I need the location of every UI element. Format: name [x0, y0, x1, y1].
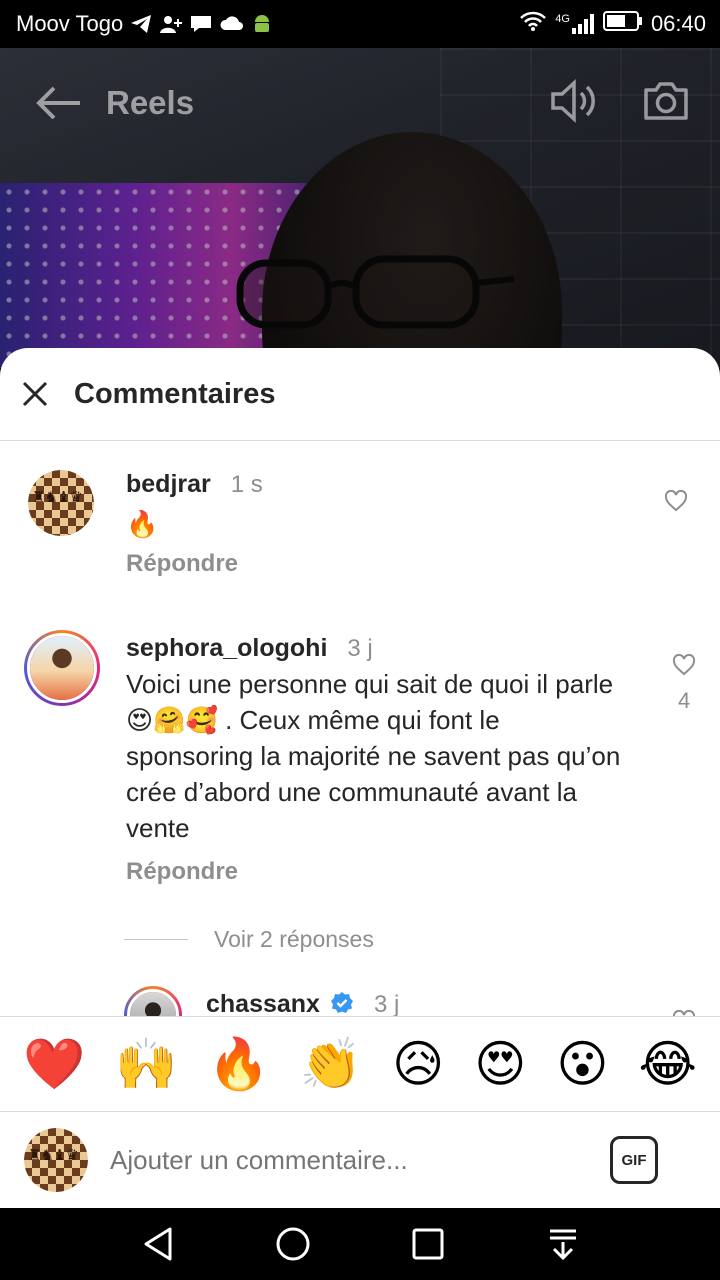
- android-icon: [251, 13, 273, 35]
- emoji-reaction-bar: ❤️ 🙌 🔥 👏 😥 😍 😮 😂: [0, 1016, 720, 1112]
- comment-composer: GIF: [0, 1112, 720, 1208]
- telegram-icon: [129, 13, 153, 35]
- status-bar: Moov Togo 4G 06:40: [0, 0, 720, 48]
- comment-input[interactable]: [110, 1144, 610, 1176]
- comment-list[interactable]: bedjrar 1 s 🔥 Répondre sephora_ologohi 3…: [0, 442, 720, 1016]
- cloud-icon: [219, 13, 245, 35]
- nav-recents-icon[interactable]: [408, 1224, 448, 1264]
- reels-title: Reels: [106, 84, 195, 121]
- comment-text: 🔥: [126, 509, 159, 539]
- like-count: 4: [678, 688, 691, 713]
- system-nav-bar: [0, 1208, 720, 1280]
- person-add-icon: [159, 13, 183, 35]
- user-avatar: [24, 1128, 88, 1192]
- sheet-title: Commentaires: [74, 377, 276, 410]
- comment-username[interactable]: chassanx: [206, 990, 320, 1016]
- emoji-raised-hands[interactable]: 🙌: [115, 1039, 177, 1089]
- back-button[interactable]: [30, 75, 86, 131]
- nav-notifications-icon[interactable]: [543, 1224, 583, 1264]
- emoji-surprised[interactable]: 😮: [556, 1039, 608, 1089]
- reply-button[interactable]: Répondre: [126, 550, 238, 578]
- reply-button[interactable]: Répondre: [126, 858, 238, 886]
- heart-icon[interactable]: [664, 490, 692, 516]
- battery-icon: [602, 10, 643, 38]
- signal-icon: 4G: [555, 13, 595, 35]
- nav-home-icon[interactable]: [273, 1224, 313, 1264]
- comment-text: Voici une personne qui sait de quoi il p…: [126, 669, 621, 843]
- comment-time: 3 j: [347, 635, 373, 662]
- emoji-sad[interactable]: 😥: [392, 1039, 444, 1089]
- message-icon: [189, 13, 213, 35]
- sheet-header: Commentaires: [0, 348, 720, 441]
- avatar[interactable]: [124, 986, 182, 1016]
- emoji-laughing[interactable]: 😂: [639, 1039, 697, 1089]
- network-type: 4G: [555, 13, 570, 25]
- camera-icon[interactable]: [642, 80, 690, 127]
- emoji-clap[interactable]: 👏: [300, 1039, 362, 1089]
- avatar[interactable]: [24, 630, 100, 706]
- emoji-heart-eyes[interactable]: 😍: [474, 1039, 526, 1089]
- heart-icon[interactable]: [672, 654, 700, 680]
- comment-time: 1 s: [230, 471, 263, 498]
- volume-icon[interactable]: [550, 78, 600, 128]
- emoji-heart[interactable]: ❤️: [23, 1039, 85, 1089]
- wifi-icon: [519, 10, 547, 38]
- see-replies-button[interactable]: Voir 2 réponses: [124, 926, 374, 953]
- comment-username[interactable]: sephora_ologohi: [126, 634, 327, 663]
- carrier-name: Moov Togo: [16, 11, 124, 36]
- see-replies-label: Voir 2 réponses: [214, 926, 374, 952]
- verified-badge-icon: [330, 991, 354, 1015]
- gif-button[interactable]: GIF: [610, 1136, 658, 1184]
- comment-time: 3 j: [373, 991, 400, 1016]
- emoji-fire[interactable]: 🔥: [208, 1039, 270, 1089]
- comments-sheet: Commentaires bedjrar 1 s 🔥 Répondre seph: [0, 348, 720, 1208]
- nav-back-icon[interactable]: [138, 1224, 178, 1264]
- close-icon[interactable]: [22, 381, 48, 407]
- comment-username[interactable]: bedjrar: [126, 470, 211, 499]
- clock: 06:40: [650, 11, 706, 36]
- avatar[interactable]: [28, 470, 94, 536]
- reels-header: Reels: [0, 48, 720, 158]
- divider-line: [124, 939, 188, 940]
